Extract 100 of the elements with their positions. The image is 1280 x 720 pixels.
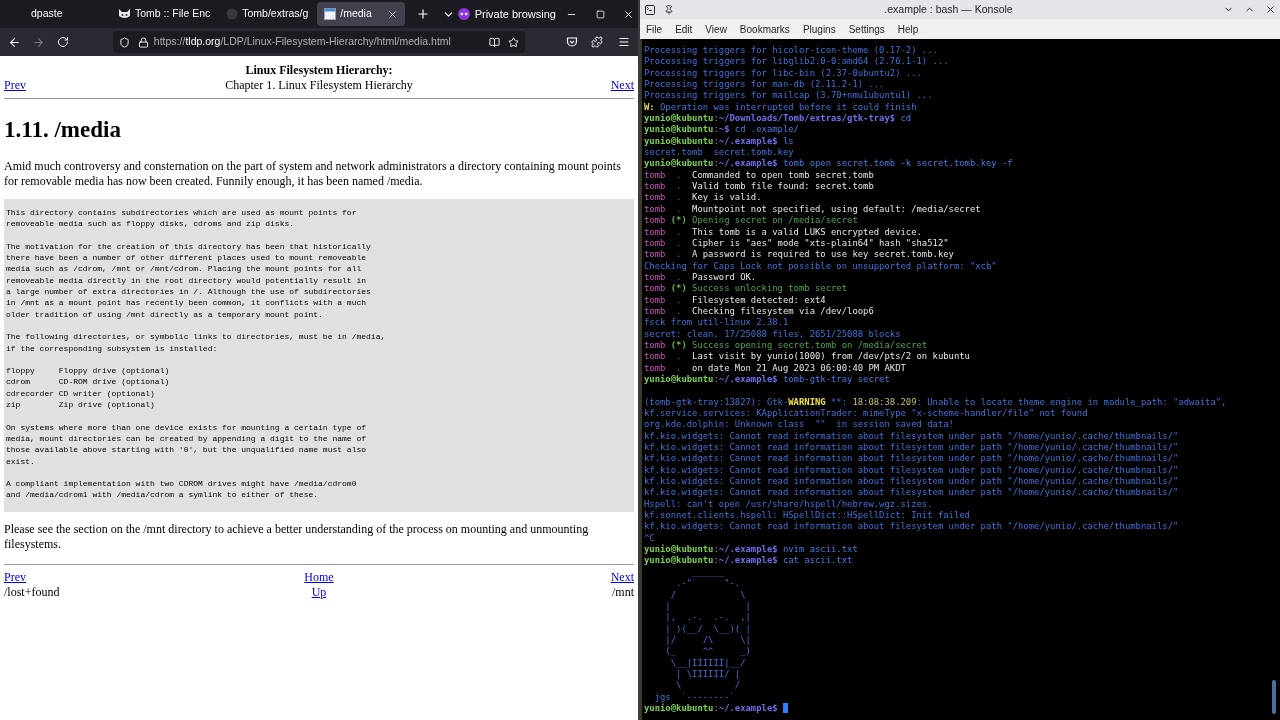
terminal-line: | )(__/ \__)( | [664,623,751,635]
url-field[interactable]: https://tldp.org/LDP/Linux-Filesystem-Hierarchy/html/media.html [112,31,526,53]
next-link[interactable]: Next [610,569,634,585]
terminal-line: (_ ^^ _) [664,646,751,658]
terminal-line: tomb . Last visit by yunio(1000) from /dev/pts/2 on kubuntu [644,351,970,363]
extensions-icon[interactable] [591,36,604,48]
terminal-line: yunio@kubuntu:~/.example$ ls [644,135,794,148]
pocket-icon[interactable] [566,36,579,48]
menu-item[interactable]: Plugins [802,21,836,37]
window-title: .example : bash — Konsole [883,1,1014,17]
terminal-line: yunio@kubuntu:~$ cd .example/ [644,124,799,136]
terminal-line: tomb . Password OK. [644,271,757,284]
terminal-line: tomb . Checking filesystem via /dev/loop6 [644,305,874,318]
terminal-line: Processing triggers for libc-bin (2.37-0ubuntu2) ... [644,67,922,80]
terminal-line: ______ [691,566,725,579]
terminal-line: |, .-. .-. ,| [664,612,751,624]
terminal-line: Processing triggers for libglib2.0-0:amd64 (2.76.1-1) ... [644,56,949,68]
terminal-line: \ / [675,680,741,692]
new-tab-icon[interactable] [416,7,431,21]
terminal-line: | \IIIIII/ | [675,668,741,681]
menu-item[interactable]: View [705,21,727,37]
bookmark-star-icon[interactable] [508,36,520,48]
close-icon[interactable] [623,8,634,20]
browser-tab[interactable]: dpaste [1,2,109,26]
next-link[interactable]: Next [610,78,634,93]
forward-icon[interactable] [31,35,45,49]
back-icon[interactable] [8,35,21,49]
terminal-icon [644,3,656,16]
terminal-line: Processing triggers for man-db (2.11.2-1) ... [644,79,885,91]
terminal-line: jgs `--------` [653,691,735,703]
menu-item[interactable]: Help [897,21,919,37]
menu-item[interactable]: File [646,21,663,37]
terminal-line: tomb . Key is valid. [644,192,762,204]
menu-item[interactable]: Bookmarks [739,21,790,37]
page-icon [324,8,337,20]
terminal-line: fsck from util-linux 2.38.1 [644,317,789,329]
browser-tab[interactable]: /media [317,2,406,26]
reload-icon[interactable] [56,36,69,48]
terminal-line: yunio@kubuntu:~/.example$ tomb-gtk-tray secret [644,373,890,386]
terminal-line: tomb . Commanded to open tomb secret.tomb [644,169,874,182]
terminal-line: .-" "-. [675,578,741,590]
terminal-line: tomb . Valid tomb file found: secret.tomb [644,181,874,193]
outro-paragraph: Please see the section on the /mnt directory to achieve a better understanding of the process on mounting and unmounting filesystems. [4,521,590,552]
terminal-line: tomb . Cipher is "aes" mode "xts-plain64" hash "sha512" [644,237,949,250]
terminal-line: yunio@kubuntu:~/.example$ tomb open secret.tomb -k secret.tomb.key -f [644,158,1013,170]
private-mask-icon [457,8,470,20]
home-link[interactable]: Home [304,569,334,585]
close-icon[interactable] [1265,4,1276,15]
terminal-line: tomb . on date Mon 21 Aug 2023 06:00:40 PM AKDT [644,362,906,374]
maximize-icon[interactable] [596,9,605,19]
private-browsing-label: Private browsing [474,6,556,22]
terminal-line: kf.kio.widgets: Cannot read information about filesystem under path "/home/yunio/.cache/thumbnails/" [644,521,1179,533]
prev-link[interactable]: Prev [4,78,26,93]
terminal-line: tomb (*) Success unlocking tomb secret [644,283,848,295]
shield-icon[interactable] [118,36,130,48]
menu-icon[interactable] [618,36,631,48]
browser-tab[interactable]: Tomb :: File Enc [111,2,218,26]
terminal-line: / \ [669,589,746,601]
terminal-line: kf.kio.widgets: Cannot read information about filesystem under path "/home/yunio/.cache/thumbnails/" [644,464,1179,477]
terminal-line: ^C [644,532,655,544]
terminal-line: yunio@kubuntu:~/Downloads/Tomb/extras/gtk-tray$ cd [644,113,912,124]
terminal-line: secret.tomb secret.tomb.key [644,147,794,158]
code-block: This directory contains subdirectories which are used as mount points for removeable media such as floppy disks, cdroms and zip disks. The motivation for the creation of this directory has been that historically there have been a number of other different places used to mount removeable media such as /cdrom, /mnt or /mnt/cdrom. Placing the mount points for all removeable media directly in the root directory would potentially result in a large number of extra directories in /. Although the use of subdirectories in /mnt as a mount point has recently been common, it conflicts with a much older tradition of using /mnt directly as a temporary mount point. The following directories, or symbolic links to directories, must be in /media, if the corresponding subsystem is installed: floppy Floppy drive (optional) cdrom CD-ROM drive (optional) cdrecorder CD writer (optional) zip Zip drive (optional) On systems where more than one device exists for mounting a certain type of media, mount directories can be created by appending a digit to the name of those available above starting with '0', but the unqualified name must also exist. A compliant implementation with two CDROM drives might have /media/cdrom0 and /media/cdrom1 with /media/cdrom a symlink to either of these. [4,199,634,512]
close-tab-icon[interactable] [387,8,399,20]
scrollbar-thumb[interactable] [1272,680,1276,714]
terminal-line: (tomb-gtk-tray:13827): Gtk-WARNING **: 18:08:38.209: Unable to locate theme engine in module_path: "adwaita", [644,396,1227,408]
up-link[interactable]: Up [311,584,327,600]
menu-item[interactable]: Settings [848,21,885,37]
terminal-line: Checking for Caps Lock not possible on unsupported platform: "xcb" [644,260,997,272]
terminal-line: kf.kio.widgets: Cannot read information about filesystem under path "/home/yunio/.cache/thumbnails/" [644,487,1179,499]
terminal-line: \__|IIIIII|__/ [669,657,746,669]
cat-icon [118,8,131,20]
terminal-line: tomb . Mountpoint not specified, using default: /media/secret [644,203,981,216]
menu-item[interactable]: Edit [675,21,693,37]
terminal-line: kf.kio.widgets: Cannot read information about filesystem under path "/home/yunio/.cache/thumbnails/" [644,476,1179,488]
terminal-line: | | [664,600,751,613]
browser-tab[interactable]: Tomb/extras/g [219,2,316,26]
terminal-line: tomb (*) Opening secret on /media/secret [644,215,858,227]
intro-paragraph: Amid much controversy and consternation on the part of system and network administrators a directory containing mount points for removable media has now been created. Funnily enough, it has been named /media. [4,159,622,189]
book-title: Linux Filesystem Hierarchy: [244,63,394,78]
terminal-line: Processing triggers for hicolor-icon-theme (0.17-2) ... [644,45,938,57]
terminal-line: kf.kio.widgets: Cannot read information about filesystem under path "/home/yunio/.cache/thumbnails/" [644,430,1179,443]
reader-view-icon[interactable] [489,36,501,48]
terminal-line: Processing triggers for mailcap (3.70+nmu1ubuntu1) ... [644,90,933,102]
terminal-line: yunio@kubuntu:~/.example$ nvim ascii.txt [644,544,858,555]
terminal-line: yunio@kubuntu:~/.example$ [644,702,788,715]
page-heading: 1.11. /media [4,116,122,144]
terminal-line: kf.service.services: KApplicationTrader: mimeType "x-scheme-handler/file" not found [644,408,1088,420]
terminal-line: kf.kio.widgets: Cannot read information about filesystem under path "/home/yunio/.cache/thumbnails/" [644,442,1179,454]
pin-icon[interactable] [664,4,674,15]
terminal-line: tomb . This tomb is a valid LUKS encrypted device. [644,226,922,238]
terminal-line: W: Operation was interrupted before it could finish [644,101,917,113]
terminal-line: kf.kio.widgets: Cannot read information about filesystem under path "/home/yunio/.cache/thumbnails/" [644,453,1179,465]
cursor [782,703,788,714]
terminal-line: yunio@kubuntu:~/.example$ cat ascii.txt [644,555,853,567]
terminal-line: kf.sonnet.clients.hspell: HSpellDict::HSpellDict: Init failed [644,510,970,522]
chapter-title: Chapter 1. Linux Filesystem Hierarchy [225,78,413,93]
terminal-line: tomb . A password is required to use key secret.tomb.key [644,249,954,261]
terminal-line: org.kde.dolphin: Unknown class "" in session saved data! [644,419,954,431]
prev-link[interactable]: Prev [4,569,26,585]
